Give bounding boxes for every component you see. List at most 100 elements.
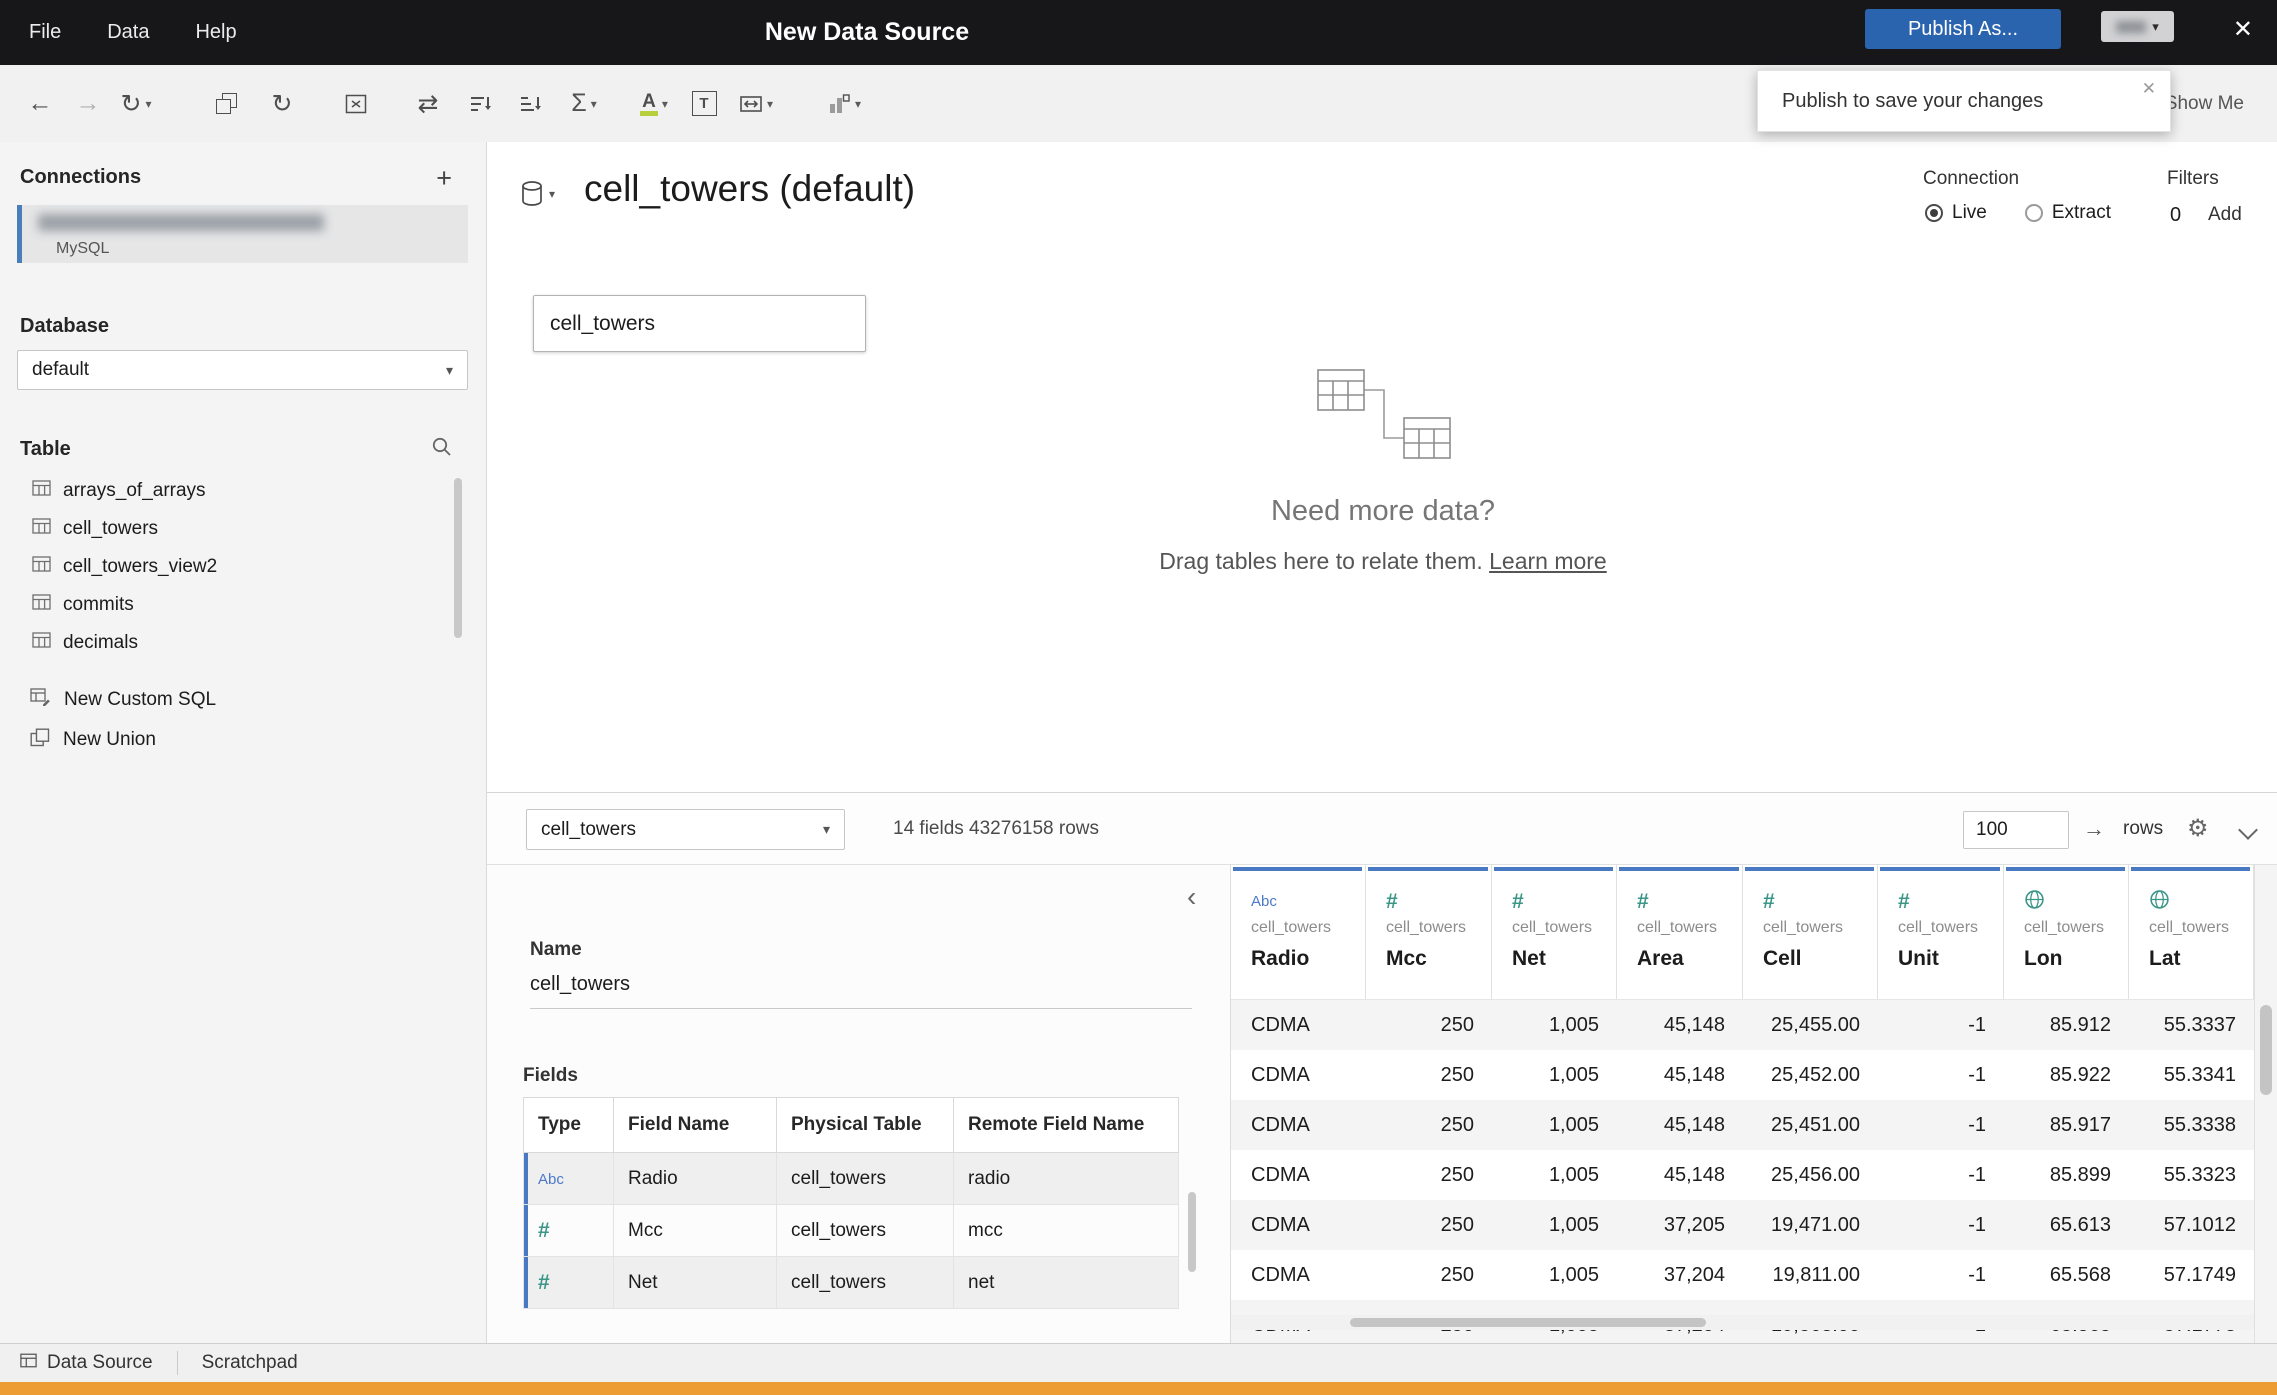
grid-cell[interactable]: 25,456.00 [1743,1150,1878,1200]
grid-cell[interactable]: CDMA [1231,1050,1366,1100]
horizontal-scrollbar[interactable] [1231,1315,2254,1330]
totals-icon[interactable]: Σ ▾ [567,84,601,124]
grid-cell[interactable]: 57.1012 [2129,1200,2254,1250]
grid-cell[interactable]: -1 [1878,1200,2004,1250]
menu-help[interactable]: Help [195,21,236,44]
sidebar-scrollbar-thumb[interactable] [454,478,462,638]
refresh-icon[interactable]: ↻ ▾ [119,84,153,124]
grid-column-header[interactable]: # cell_towers Cell [1743,865,1878,999]
grid-cell[interactable]: 25,452.00 [1743,1050,1878,1100]
grid-column-header[interactable]: # cell_towers Mcc [1366,865,1492,999]
show-mark-labels-icon[interactable]: ▾ [827,84,861,124]
horizontal-scrollbar-thumb[interactable] [1350,1318,1706,1327]
chevron-down-icon[interactable] [2238,820,2258,840]
sidebar-table-item[interactable]: arrays_of_arrays [0,472,486,510]
grid-cell[interactable]: 250 [1366,1050,1492,1100]
grid-cell[interactable]: 45,148 [1617,1100,1743,1150]
grid-column-header[interactable]: # cell_towers Unit [1878,865,2004,999]
grid-cell[interactable]: 37,204 [1617,1250,1743,1300]
grid-cell[interactable]: 250 [1366,1100,1492,1150]
grid-column-header[interactable]: cell_towers Lon [2004,865,2129,999]
sidebar-table-item[interactable]: cell_towers_view2 [0,548,486,586]
vertical-scrollbar-thumb[interactable] [2260,1005,2272,1095]
grid-cell[interactable]: 1,005 [1492,1050,1617,1100]
undo-icon[interactable]: ← [23,84,57,124]
grid-cell[interactable]: 1,005 [1492,1100,1617,1150]
grid-cell[interactable]: 1,005 [1492,1000,1617,1050]
sort-descending-icon[interactable] [513,84,547,124]
sidebar-table-item[interactable]: decimals [0,624,486,662]
grid-cell[interactable]: 1,005 [1492,1150,1617,1200]
grid-cell[interactable]: 45,148 [1617,1000,1743,1050]
apply-row-count-icon[interactable]: → [2083,793,2105,865]
grid-cell[interactable]: 85.917 [2004,1100,2129,1150]
grid-cell[interactable]: 250 [1366,1150,1492,1200]
grid-cell[interactable]: -1 [1878,1250,2004,1300]
duplicate-icon[interactable] [209,84,243,124]
grid-cell[interactable]: 45,148 [1617,1150,1743,1200]
grid-cell[interactable]: 65.568 [2004,1250,2129,1300]
grid-cell[interactable]: 37,205 [1617,1200,1743,1250]
grid-cell[interactable]: 1,005 [1492,1200,1617,1250]
tab-scratchpad[interactable]: Scratchpad [178,1344,322,1382]
tooltip-close-icon[interactable]: ✕ [2142,79,2156,99]
row-count-input[interactable] [1963,811,2069,849]
menu-file[interactable]: File [29,21,61,44]
radio-extract[interactable]: Extract [2024,202,2111,224]
grid-cell[interactable]: 55.3337 [2129,1000,2254,1050]
grid-cell[interactable]: 55.3338 [2129,1100,2254,1150]
metadata-field-row[interactable]: # Mcc cell_towers mcc [523,1204,1179,1257]
grid-cell[interactable]: CDMA [1231,1250,1366,1300]
user-menu[interactable]: ▾ [2101,11,2174,42]
grid-cell[interactable]: CDMA [1231,1150,1366,1200]
grid-cell[interactable]: 85.899 [2004,1150,2129,1200]
grid-cell[interactable]: -1 [1878,1100,2004,1150]
sidebar-table-item[interactable]: cell_towers [0,510,486,548]
grid-cell[interactable]: 85.922 [2004,1050,2129,1100]
tab-data-source[interactable]: Data Source [0,1344,177,1382]
publish-as-button[interactable]: Publish As... [1865,9,2061,49]
database-select[interactable]: default ▾ [17,350,468,390]
highlight-icon[interactable]: A ▾ [637,84,671,124]
grid-cell[interactable]: -1 [1878,1050,2004,1100]
redo-icon[interactable]: → [71,84,105,124]
data-source-icon[interactable]: ▾ [520,180,555,208]
metadata-field-row[interactable]: # Net cell_towers net [523,1256,1179,1309]
grid-cell[interactable]: 65.613 [2004,1200,2129,1250]
grid-cell[interactable]: CDMA [1231,1000,1366,1050]
grid-column-header[interactable]: # cell_towers Net [1492,865,1617,999]
filters-add-button[interactable]: Add [2208,204,2242,226]
sort-ascending-icon[interactable] [463,84,497,124]
grid-cell[interactable]: 19,811.00 [1743,1250,1878,1300]
canvas-table-node[interactable]: cell_towers [533,295,866,352]
collapse-panel-icon[interactable]: ‹ [1187,883,1196,911]
vertical-scrollbar[interactable] [2254,865,2277,1343]
metadata-field-row[interactable]: Abc Radio cell_towers radio [523,1152,1179,1205]
grid-cell[interactable]: CDMA [1231,1100,1366,1150]
sidebar-table-item[interactable]: commits [0,586,486,624]
grid-column-header[interactable]: # cell_towers Area [1617,865,1743,999]
refresh-data-source-icon[interactable]: ↻ [265,84,299,124]
grid-cell[interactable]: -1 [1878,1000,2004,1050]
show-me-button[interactable]: Show Me [2165,65,2244,142]
new-union-button[interactable]: New Union [0,720,486,760]
grid-cell[interactable]: -1 [1878,1150,2004,1200]
grid-cell[interactable]: 1,005 [1492,1250,1617,1300]
add-connection-icon[interactable]: + [436,164,452,191]
grid-cell[interactable]: 250 [1366,1200,1492,1250]
swap-rows-columns-icon[interactable]: ⇄ [411,84,445,124]
metadata-scrollbar-thumb[interactable] [1188,1192,1196,1272]
grid-cell[interactable]: CDMA [1231,1200,1366,1250]
grid-cell[interactable]: 19,471.00 [1743,1200,1878,1250]
grid-cell[interactable]: 250 [1366,1000,1492,1050]
cell-size-icon[interactable]: ▾ [739,84,773,124]
grid-cell[interactable]: 85.912 [2004,1000,2129,1050]
grid-cell[interactable]: 250 [1366,1250,1492,1300]
grid-column-header[interactable]: cell_towers Lat [2129,865,2254,999]
grid-cell[interactable]: 57.1749 [2129,1250,2254,1300]
grid-cell[interactable]: 55.3323 [2129,1150,2254,1200]
grid-cell[interactable]: 45,148 [1617,1050,1743,1100]
grid-cell[interactable]: 25,455.00 [1743,1000,1878,1050]
preview-table-select[interactable]: cell_towers ▾ [526,809,845,850]
new-custom-sql-button[interactable]: New Custom SQL [0,680,486,720]
